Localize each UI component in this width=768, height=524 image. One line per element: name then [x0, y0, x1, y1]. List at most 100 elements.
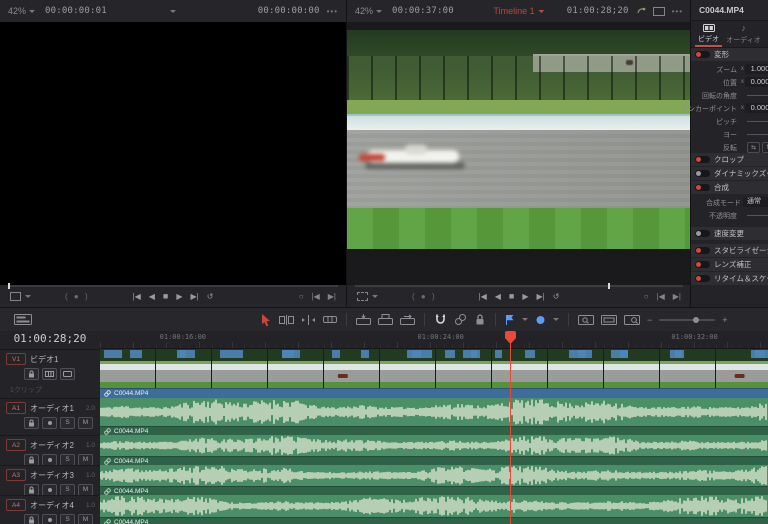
opacity-slider[interactable]: [747, 215, 768, 216]
last-frame-button[interactable]: ▶|: [537, 292, 545, 301]
track-badge[interactable]: A3: [6, 469, 26, 481]
audio-clip-name-bar[interactable]: C0044.MP4: [100, 426, 768, 435]
audio-clip-waveform[interactable]: [100, 398, 768, 426]
track-mute-button[interactable]: M: [78, 514, 93, 524]
stop-button[interactable]: ■: [509, 291, 514, 301]
smart-indicator-icon[interactable]: [636, 6, 646, 16]
blade-edit-mode-button[interactable]: [323, 308, 337, 331]
lens-section-header[interactable]: レンズ補正: [691, 258, 768, 271]
composite-mode-select[interactable]: 通常: [743, 197, 768, 207]
tab-audio[interactable]: ♪ オーディオ: [726, 21, 761, 47]
match-frame-button[interactable]: ○: [644, 292, 649, 301]
lens-enable-toggle[interactable]: [695, 261, 710, 268]
rotation-slider[interactable]: [747, 95, 768, 96]
last-frame-button[interactable]: ▶|: [191, 292, 199, 301]
stabilization-enable-toggle[interactable]: [695, 247, 710, 254]
chevron-down-icon[interactable]: [372, 295, 378, 298]
tab-video[interactable]: ビデオ: [691, 21, 726, 47]
track-badge[interactable]: A1: [6, 402, 26, 414]
source-zoom-select[interactable]: 42%: [8, 6, 35, 16]
speed-enable-toggle[interactable]: [695, 230, 710, 237]
custom-zoom-button[interactable]: [578, 308, 594, 331]
flip-vertical-button[interactable]: ⇅: [762, 142, 768, 153]
zoom-slider-handle[interactable]: [693, 317, 699, 323]
audio-track-header[interactable]: A1 オーディオ1 2.0 S M: [0, 398, 100, 435]
timeline-jog-control[interactable]: ( ● ): [412, 292, 437, 301]
audio-clip-name-bar[interactable]: C0044.MP4: [100, 486, 768, 495]
match-frame-button[interactable]: ○: [299, 292, 304, 301]
retime-section-header[interactable]: リタイム＆スケーリング: [691, 272, 768, 285]
trim-edit-mode-button[interactable]: [279, 308, 294, 331]
composite-section-header[interactable]: 合成: [691, 181, 768, 194]
audio-clip-waveform[interactable]: [100, 495, 768, 517]
audio-track-header[interactable]: A4 オーディオ4 1.0 S M: [0, 495, 100, 524]
goto-out-button[interactable]: ▶|: [673, 292, 681, 301]
speed-section-header[interactable]: 速度変更: [691, 227, 768, 240]
source-jog-control[interactable]: ( ● ): [65, 292, 90, 301]
pitch-slider[interactable]: [747, 121, 768, 122]
goto-out-button[interactable]: ▶|: [328, 292, 336, 301]
marker-button[interactable]: [535, 308, 546, 331]
timeline-viewer-options-menu[interactable]: •••: [672, 7, 683, 16]
detail-zoom-button[interactable]: [624, 308, 640, 331]
audio-clip-waveform[interactable]: [100, 435, 768, 456]
first-frame-button[interactable]: |◀: [479, 292, 487, 301]
track-lock-button[interactable]: [24, 417, 39, 429]
link-selection-button[interactable]: [454, 308, 467, 331]
dynamic-zoom-enable-toggle[interactable]: [695, 170, 710, 177]
dynamic-trim-button[interactable]: [301, 308, 316, 331]
anchor-value-field[interactable]: 0.000: [745, 103, 768, 113]
stop-button[interactable]: ■: [163, 291, 168, 301]
track-lock-button[interactable]: [24, 368, 39, 380]
audio-track-header[interactable]: A2 オーディオ2 1.0 S M: [0, 435, 100, 465]
video-track-header[interactable]: V1 ビデオ1 1クリップ: [0, 349, 100, 398]
timeline-scrub-bar[interactable]: [355, 285, 683, 287]
source-viewer-screen[interactable]: [0, 22, 346, 285]
timeline-select-dropdown[interactable]: Timeline 1: [493, 6, 544, 16]
overwrite-clip-button[interactable]: [378, 308, 393, 331]
wipe-mode-icon[interactable]: [10, 292, 21, 301]
track-badge[interactable]: V1: [6, 353, 26, 365]
transform-section-header[interactable]: 変形: [691, 48, 768, 61]
timeline-position-timecode[interactable]: 01:00:28;20: [567, 6, 629, 16]
zoom-out-button[interactable]: −: [647, 315, 652, 325]
track-mute-button[interactable]: M: [78, 417, 93, 429]
goto-in-button[interactable]: |◀: [312, 292, 320, 301]
chevron-down-icon[interactable]: [25, 295, 31, 298]
track-record-arm-button[interactable]: [42, 514, 57, 524]
retime-enable-toggle[interactable]: [695, 275, 710, 282]
stabilization-section-header[interactable]: スタビライゼーション: [691, 244, 768, 257]
video-clip-thumbnails[interactable]: [100, 349, 768, 388]
loop-button[interactable]: ↺: [207, 292, 214, 301]
timeline-master-timecode[interactable]: 01:00:28;20: [0, 331, 100, 348]
play-reverse-button[interactable]: ◀: [495, 292, 501, 301]
goto-in-button[interactable]: |◀: [657, 292, 665, 301]
transform-enable-toggle[interactable]: [695, 51, 710, 58]
snapping-button[interactable]: [434, 308, 447, 331]
yaw-slider[interactable]: [747, 134, 768, 135]
timeline-view-options-button[interactable]: [14, 308, 32, 331]
source-options-menu[interactable]: •••: [327, 7, 338, 16]
track-lock-button[interactable]: [24, 514, 39, 524]
timeline-zoom-select[interactable]: 42%: [355, 6, 382, 16]
track-filmstrip-view-button[interactable]: [42, 368, 57, 380]
viewer-overlay-icon[interactable]: [653, 7, 665, 16]
timeline-ruler[interactable]: 01:00:16:00 01:00:24:00 01:00:32:00: [100, 331, 768, 349]
track-disable-video-button[interactable]: [60, 368, 75, 380]
crop-section-header[interactable]: クロップ: [691, 153, 768, 166]
position-value-field[interactable]: 0.000: [745, 77, 768, 87]
source-scrub-bar[interactable]: [8, 285, 338, 287]
timeline-zoom-slider[interactable]: [659, 319, 715, 321]
source-position-timecode[interactable]: 00:00:00:00: [258, 6, 320, 16]
tab-effects-partial[interactable]: [763, 25, 768, 34]
marker-color-dropdown[interactable]: [553, 318, 559, 321]
crop-enable-toggle[interactable]: [695, 156, 710, 163]
zoom-in-button[interactable]: +: [722, 315, 727, 325]
track-solo-button[interactable]: S: [60, 514, 75, 524]
track-badge[interactable]: A4: [6, 499, 26, 511]
replace-clip-button[interactable]: [400, 308, 415, 331]
track-solo-button[interactable]: S: [60, 417, 75, 429]
playhead-line[interactable]: [510, 331, 511, 524]
loop-button[interactable]: ↺: [553, 292, 560, 301]
first-frame-button[interactable]: |◀: [133, 292, 141, 301]
